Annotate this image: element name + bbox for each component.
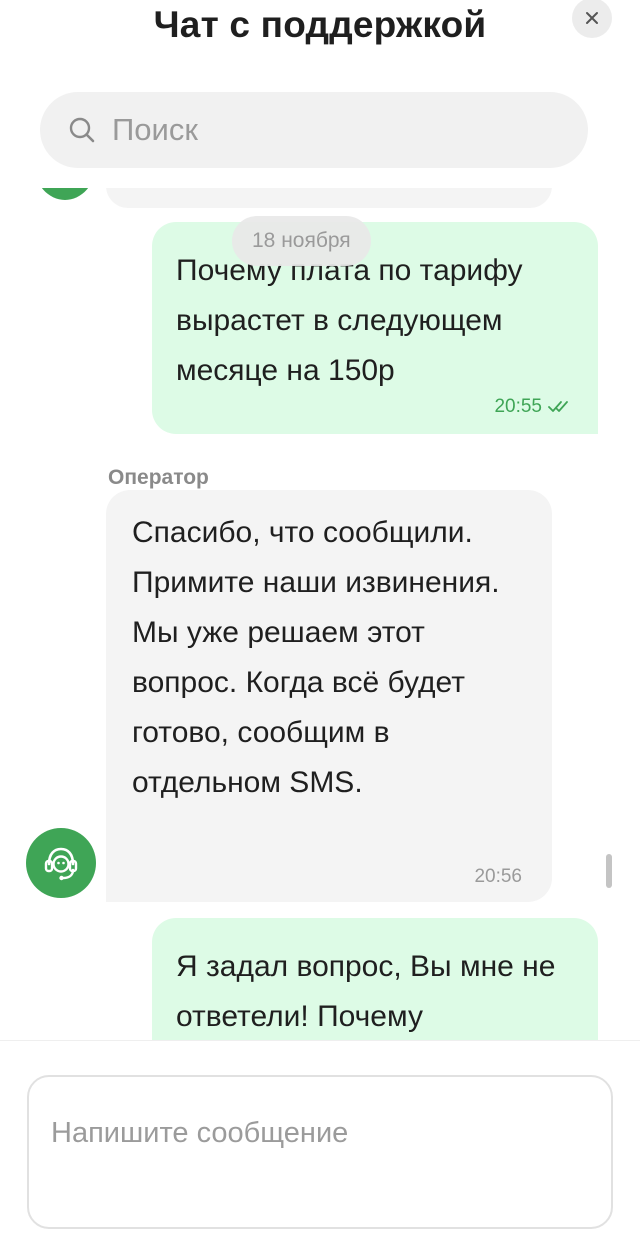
scrollbar[interactable] [606, 854, 612, 888]
message-text: Почему плата по тарифу вырастет в следую… [176, 254, 523, 387]
double-check-icon [548, 401, 568, 412]
sender-name: Оператор [108, 466, 209, 489]
message-input-box[interactable] [27, 1075, 613, 1229]
message-bubble-incoming[interactable]: Спасибо, что сообщили. Примите наши изви… [106, 490, 552, 902]
message-meta: 20:55 [494, 396, 572, 418]
message-text: Я задал вопрос, Вы мне не ответели! Поче… [176, 950, 556, 1033]
search-bar [0, 60, 640, 188]
search-field[interactable] [40, 92, 588, 168]
operator-avatar [26, 828, 96, 898]
message-bubble-outgoing[interactable]: Почему плата по тарифу вырастет в следую… [152, 222, 598, 434]
message-bubble-incoming [106, 188, 552, 208]
operator-avatar [34, 188, 96, 200]
date-separator: 18 ноября [232, 216, 371, 266]
message-time: 20:55 [494, 396, 542, 417]
support-agent-icon [44, 847, 78, 881]
page-title: Чат с поддержкой [153, 4, 487, 45]
search-icon [69, 117, 95, 143]
message-input[interactable] [51, 1117, 591, 1177]
header: Чат с поддержкой [0, 0, 640, 60]
message-list[interactable]: 18 ноября Почему плата по тарифу вырасте… [0, 188, 640, 1040]
message-text: Спасибо, что сообщили. Примите наши изви… [132, 516, 500, 799]
message-bubble-outgoing[interactable]: Я задал вопрос, Вы мне не ответели! Поче… [152, 918, 598, 1040]
message-composer [0, 1040, 640, 1256]
close-icon [586, 12, 598, 24]
message-time: 20:56 [474, 866, 522, 887]
search-input[interactable] [112, 112, 532, 148]
